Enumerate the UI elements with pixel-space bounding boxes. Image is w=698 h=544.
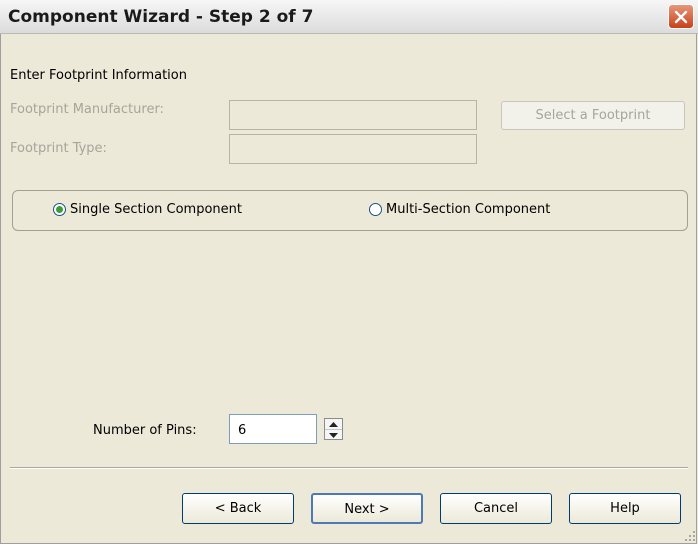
title-bar: Component Wizard - Step 2 of 7 — [0, 0, 698, 34]
footprint-type-label: Footprint Type: — [10, 141, 107, 156]
number-of-pins-input[interactable]: 6 — [229, 414, 317, 444]
select-footprint-button: Select a Footprint — [501, 101, 685, 130]
separator — [10, 467, 688, 469]
cancel-button[interactable]: Cancel — [440, 493, 552, 524]
window-title: Component Wizard - Step 2 of 7 — [8, 7, 314, 27]
pins-spinner[interactable] — [324, 418, 343, 440]
footprint-manufacturer-field — [229, 100, 477, 130]
multi-section-radio[interactable]: Multi-Section Component — [369, 202, 550, 217]
footprint-manufacturer-label: Footprint Manufacturer: — [10, 102, 164, 117]
number-of-pins-label: Number of Pins: — [93, 423, 197, 438]
help-button[interactable]: Help — [569, 493, 681, 524]
radio-selected-icon — [53, 203, 66, 216]
single-section-label: Single Section Component — [70, 202, 243, 217]
radio-unselected-icon — [369, 203, 382, 216]
spin-down-icon[interactable] — [325, 430, 342, 440]
close-button[interactable] — [668, 4, 694, 29]
section-heading: Enter Footprint Information — [10, 68, 187, 83]
next-button[interactable]: Next > — [311, 493, 423, 524]
multi-section-label: Multi-Section Component — [386, 202, 551, 217]
back-button[interactable]: < Back — [182, 493, 294, 524]
resize-grip-icon[interactable] — [684, 530, 696, 542]
footprint-type-field — [229, 134, 477, 164]
spin-up-icon[interactable] — [325, 419, 342, 430]
single-section-radio[interactable]: Single Section Component — [53, 202, 242, 217]
close-icon — [674, 10, 688, 23]
